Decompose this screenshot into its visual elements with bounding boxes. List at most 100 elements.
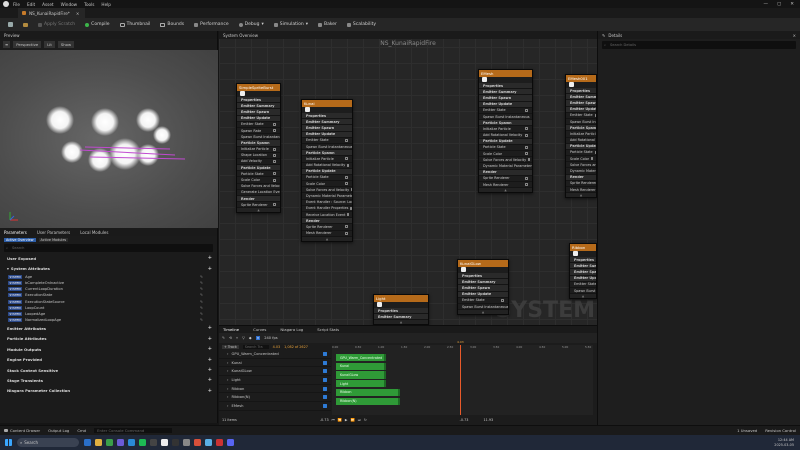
skip-start-icon[interactable]: ⏮ <box>332 418 335 422</box>
windows-start-icon[interactable] <box>5 439 12 446</box>
timeline-track-row[interactable]: › GPU_Warm_Concentrated <box>219 350 331 359</box>
tab-curves[interactable]: Curves <box>253 327 266 332</box>
enable-checkbox[interactable] <box>345 175 348 179</box>
apply-scratch-button[interactable]: Apply Scratch <box>34 20 79 29</box>
node-collapse-toggle[interactable]: ▲ <box>302 236 352 241</box>
expand-arrow-icon[interactable]: › <box>227 361 228 365</box>
performance-button[interactable]: Performance <box>190 20 233 29</box>
emitter-lifetime-bar[interactable]: KunaiGLow <box>336 371 386 379</box>
baker-button[interactable]: Baker <box>314 20 341 29</box>
tab-timeline[interactable]: Timeline <box>223 327 239 332</box>
tab-script-stats[interactable]: Script Stats <box>317 327 339 332</box>
expand-arrow-icon[interactable]: › <box>227 369 228 373</box>
widgets-icon[interactable] <box>84 439 91 446</box>
track-enable-checkbox[interactable] <box>323 351 327 356</box>
save-button[interactable] <box>4 20 17 29</box>
attribute-edit-icon[interactable]: ✎ <box>200 300 203 304</box>
timeline-track-row[interactable]: › Ribbon(N) <box>219 393 331 403</box>
enable-checkbox[interactable] <box>525 183 528 187</box>
attribute-edit-icon[interactable]: ✎ <box>200 306 203 310</box>
node-collapse-toggle[interactable]: ▲ <box>374 320 428 325</box>
tab-niagara-log[interactable]: Niagara Log <box>280 327 303 332</box>
section-module-outputs[interactable]: Module Outputs + <box>0 344 217 354</box>
emitter-node-header[interactable]: EMesh001 <box>566 75 596 82</box>
thumbnail-button[interactable]: Thumbnail <box>116 20 155 29</box>
close-tab-icon[interactable]: × <box>76 11 80 16</box>
attribute-edit-icon[interactable]: ✎ <box>200 318 203 322</box>
terminal-icon[interactable] <box>172 439 179 446</box>
view-start-field[interactable]: -0.73 <box>460 418 469 422</box>
section-stack-context-sensitive[interactable]: Stack Context Sensitive + <box>0 365 217 375</box>
loop-toggle-icon[interactable]: ↻ <box>364 418 367 422</box>
subtab-active-modules[interactable]: Active Modules <box>38 237 69 242</box>
menu-edit[interactable]: Edit <box>27 2 35 7</box>
settings-icon[interactable] <box>183 439 190 446</box>
expand-arrow-icon[interactable]: › <box>227 404 228 408</box>
emitter-lifetime-bar[interactable]: Ribbon(N) <box>336 397 400 405</box>
enable-checkbox[interactable] <box>345 157 348 161</box>
enable-checkbox[interactable] <box>273 172 276 176</box>
tab-user-parameters[interactable]: User Parameters <box>37 230 70 235</box>
enable-checkbox[interactable] <box>345 182 348 186</box>
enable-checkbox[interactable] <box>345 138 348 142</box>
node-collapse-toggle[interactable]: ▲ <box>479 188 532 193</box>
enable-checkbox[interactable] <box>525 133 528 137</box>
menu-window[interactable]: Window <box>61 2 78 7</box>
enable-checkbox[interactable] <box>273 178 276 182</box>
enable-checkbox[interactable] <box>273 147 276 151</box>
emitter-node[interactable]: RibbonPropertiesEmitter SummaryEmitter S… <box>569 243 597 300</box>
enable-checkbox[interactable] <box>591 157 594 161</box>
node-collapse-toggle[interactable]: ▲ <box>458 310 508 315</box>
menu-tools[interactable]: Tools <box>84 2 94 7</box>
minimize-button[interactable]: — <box>763 2 768 7</box>
details-tab[interactable]: ✎ Details × <box>598 31 800 39</box>
enable-checkbox[interactable] <box>525 152 528 156</box>
emitter-node[interactable]: KunaiGLow Properties Emitter Summary Emitte… <box>457 259 509 316</box>
scalability-button[interactable]: Scalability <box>343 20 380 29</box>
asset-tab[interactable]: NS_KunaiRapidFire* × <box>18 8 86 18</box>
timeline-track-row[interactable]: › EMesh <box>219 402 331 411</box>
output-log-button[interactable]: Output Log <box>48 428 69 433</box>
add-parameter-button[interactable]: + <box>208 325 212 331</box>
skip-end-icon[interactable]: ⏭ <box>358 418 361 422</box>
emitter-node-header[interactable]: Kunai <box>302 100 352 107</box>
playback-end-field[interactable]: 11.93 <box>483 418 493 422</box>
step-back-icon[interactable]: ⏪ <box>338 418 342 422</box>
debug-button[interactable]: Debug ▾ <box>235 20 268 29</box>
menu-help[interactable]: Help <box>101 2 111 7</box>
playhead[interactable] <box>460 345 461 415</box>
media-icon[interactable] <box>216 439 223 446</box>
enable-checkbox[interactable] <box>525 108 528 112</box>
add-parameter-button[interactable]: + <box>208 377 212 383</box>
enable-checkbox[interactable] <box>347 213 350 217</box>
tab-local-modules[interactable]: Local Modules <box>80 230 108 235</box>
enable-checkbox[interactable] <box>273 159 276 163</box>
edit-tool-icon[interactable]: ✎ <box>222 336 225 340</box>
add-parameter-button[interactable]: + <box>208 336 212 342</box>
simulation-button[interactable]: Simulation ▾ <box>270 20 312 29</box>
enable-checkbox[interactable] <box>345 231 348 235</box>
attribute-edit-icon[interactable]: ✎ <box>200 287 203 291</box>
timeline-track-row[interactable]: › Light <box>219 376 331 385</box>
bounds-button[interactable]: Bounds <box>156 20 188 29</box>
emitter-lifetime-bar[interactable]: Light <box>336 380 386 388</box>
loop-icon[interactable]: ∩ <box>255 336 261 340</box>
time-ruler[interactable]: 0.00 0.50 1.00 1.50 2.00 2.50 3.00 3.50 4.00 4.50… <box>332 345 593 351</box>
spotify-icon[interactable] <box>139 439 146 446</box>
chat-icon[interactable] <box>117 439 124 446</box>
emitter-node[interactable]: EMesh001PropertiesEmitter SummaryEmitter… <box>565 74 597 199</box>
timeline-track-row[interactable]: › Ribbon <box>219 385 331 394</box>
store-icon[interactable] <box>150 439 157 446</box>
timeline-track-row[interactable]: › Kunai <box>219 359 331 368</box>
track-search-input[interactable]: Search Tra <box>242 344 269 349</box>
enable-checkbox[interactable] <box>345 225 348 229</box>
enable-checkbox[interactable] <box>273 203 276 207</box>
tab-parameters[interactable]: Parameters <box>4 230 27 235</box>
unsaved-indicator[interactable]: 1 Unsaved <box>737 428 757 433</box>
emitter-lifetime-bar[interactable]: GPU_Warm_Concentrated <box>336 354 386 362</box>
enable-checkbox[interactable] <box>351 188 352 192</box>
play-icon[interactable]: ▶ <box>345 418 348 422</box>
add-parameter-button[interactable]: + <box>208 357 212 363</box>
track-enable-checkbox[interactable] <box>323 395 327 400</box>
enable-checkbox[interactable] <box>531 115 532 119</box>
